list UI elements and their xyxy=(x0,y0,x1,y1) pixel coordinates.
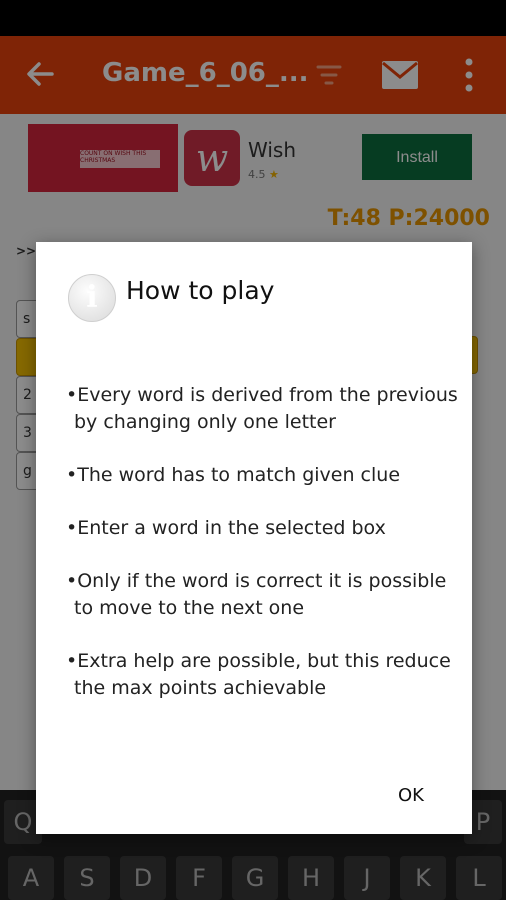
rule-item: •The word has to match given clue xyxy=(66,464,401,486)
ok-button[interactable]: OK xyxy=(384,776,438,814)
rule-item: •Only if the word is correct it is possi… xyxy=(66,570,447,619)
info-icon: i xyxy=(68,274,116,322)
rule-item: •Extra help are possible, but this reduc… xyxy=(66,650,451,699)
how-to-play-dialog: i How to play •Every word is derived fro… xyxy=(36,242,472,834)
rules-list: •Every word is derived from the previous… xyxy=(66,382,466,728)
rule-item: •Every word is derived from the previous… xyxy=(66,384,458,433)
rule-item: •Enter a word in the selected box xyxy=(66,517,386,539)
dialog-title: How to play xyxy=(126,276,275,305)
